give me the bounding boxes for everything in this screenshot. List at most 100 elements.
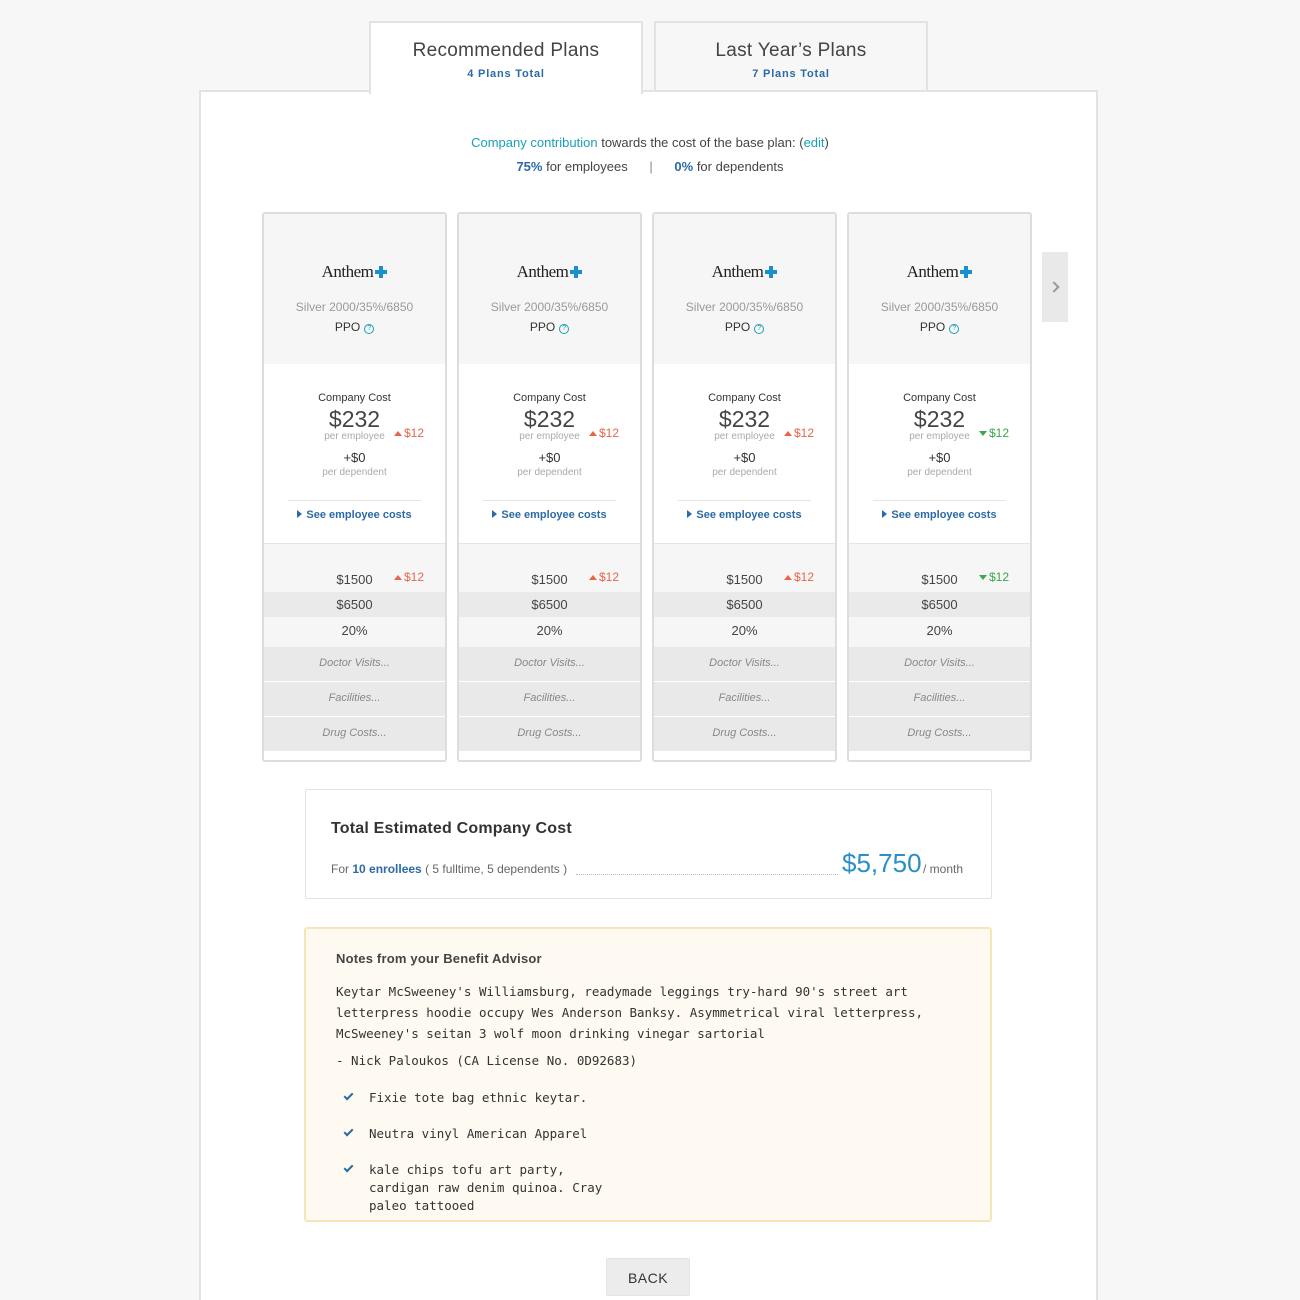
blue-cross-icon [570, 266, 583, 278]
company-cost-section: Company Cost $232 per employee +$0 per depen… [654, 364, 835, 544]
arrow-down-icon [979, 431, 987, 436]
dependent-cost: +$0 [928, 450, 951, 465]
help-icon[interactable]: ? [364, 324, 375, 334]
see-employee-costs-label: See employee costs [891, 509, 997, 521]
facilities-row[interactable]: Facilities... [264, 682, 445, 717]
plan-card[interactable]: Anthem Silver 2000/35%/6850 PPO? Company Co… [847, 212, 1032, 762]
facilities-row[interactable]: Facilities... [654, 682, 835, 717]
plan-header: Anthem Silver 2000/35%/6850 PPO? [264, 214, 445, 364]
tab-last-years-plans[interactable]: Last Year’s Plans 7 Plans Total [654, 21, 928, 92]
coinsurance-row: 20% [849, 617, 1030, 647]
check-icon [343, 1090, 354, 1101]
out-of-pocket-row: $6500 [654, 592, 835, 617]
doctor-visits-row[interactable]: Doctor Visits... [654, 647, 835, 682]
company-cost-section: Company Cost $232 per employee +$0 per depen… [849, 364, 1030, 544]
list-item-text: Fixie tote bag ethnic keytar. [369, 1090, 588, 1105]
facilities-row[interactable]: Facilities... [849, 682, 1030, 717]
plan-type-label: PPO [529, 320, 556, 334]
carrier-logo: Anthem [459, 214, 640, 286]
cost-change-value: $12 [989, 426, 1010, 440]
see-employee-costs-label: See employee costs [306, 509, 412, 521]
doctor-visits-label: Doctor Visits... [319, 657, 390, 669]
doctor-visits-label: Doctor Visits... [904, 657, 975, 669]
per-dependent-label: per dependent [322, 467, 387, 478]
tab-title: Last Year’s Plans [715, 40, 867, 61]
tab-recommended-plans[interactable]: Recommended Plans 4 Plans Total [369, 21, 643, 94]
plan-card[interactable]: Anthem Silver 2000/35%/6850 PPO? Company Co… [262, 212, 447, 762]
out-of-pocket-value: $6500 [726, 597, 763, 612]
drug-costs-row[interactable]: Drug Costs... [849, 717, 1030, 752]
list-item-text: kale chips tofu art party, cardigan raw … [369, 1162, 603, 1213]
plan-card[interactable]: Anthem Silver 2000/35%/6850 PPO? Company Co… [457, 212, 642, 762]
doctor-visits-row[interactable]: Doctor Visits... [849, 647, 1030, 682]
drug-costs-label: Drug Costs... [517, 727, 582, 739]
deductible-row: $1500 $12 [849, 544, 1030, 592]
tab-subtitle: 7 Plans Total [752, 68, 830, 80]
carrier-name: Anthem [711, 262, 764, 281]
total-cost-amount: $5,750 [842, 848, 922, 878]
plan-header: Anthem Silver 2000/35%/6850 PPO? [849, 214, 1030, 364]
enrollee-breakdown: ( 5 fulltime, 5 dependents ) [425, 862, 568, 876]
out-of-pocket-value: $6500 [336, 597, 373, 612]
company-cost-section: Company Cost $232 per employee +$0 per depen… [264, 364, 445, 544]
per-dependent-label: per dependent [517, 467, 582, 478]
facilities-label: Facilities... [718, 692, 771, 704]
plan-name: Silver 2000/35%/6850 [685, 300, 804, 314]
cost-change: $12 [589, 426, 619, 440]
coinsurance-value: 20% [731, 623, 758, 638]
plan-type-label: PPO [919, 320, 946, 334]
contribution-link[interactable]: Company contribution [471, 135, 597, 150]
drug-costs-label: Drug Costs... [322, 727, 387, 739]
arrow-up-icon [394, 431, 402, 436]
next-plans-button[interactable] [1042, 252, 1068, 322]
help-icon[interactable]: ? [559, 324, 570, 334]
drug-costs-row[interactable]: Drug Costs... [654, 717, 835, 752]
facilities-label: Facilities... [328, 692, 381, 704]
caret-right-icon [297, 510, 303, 518]
arrow-up-icon [589, 431, 597, 436]
deductible-value: $1500 [726, 572, 763, 587]
plan-type: PPO? [654, 320, 835, 334]
facilities-row[interactable]: Facilities... [459, 682, 640, 717]
deductible-row: $1500 $12 [459, 544, 640, 592]
tab-title: Recommended Plans [412, 40, 600, 61]
help-icon[interactable]: ? [949, 324, 960, 334]
contribution-text: towards the cost of the base plan: [601, 135, 796, 150]
back-button[interactable]: BACK [606, 1258, 690, 1296]
doctor-visits-row[interactable]: Doctor Visits... [264, 647, 445, 682]
plan-name: Silver 2000/35%/6850 [295, 300, 414, 314]
doctor-visits-row[interactable]: Doctor Visits... [459, 647, 640, 682]
edit-link[interactable]: edit [804, 135, 825, 150]
deductible-change: $12 [589, 570, 619, 584]
help-icon[interactable]: ? [754, 324, 765, 334]
plan-type: PPO? [264, 320, 445, 334]
coinsurance-value: 20% [341, 623, 368, 638]
out-of-pocket-row: $6500 [849, 592, 1030, 617]
plan-type-label: PPO [724, 320, 751, 334]
drug-costs-row[interactable]: Drug Costs... [459, 717, 640, 752]
see-employee-costs-label: See employee costs [501, 509, 607, 521]
deductible-value: $1500 [336, 572, 373, 587]
drug-costs-label: Drug Costs... [907, 727, 972, 739]
out-of-pocket-value: $6500 [921, 597, 958, 612]
see-employee-costs-link[interactable]: See employee costs [873, 500, 1006, 521]
see-employee-costs-link[interactable]: See employee costs [678, 500, 811, 521]
deductible-change: $12 [394, 570, 424, 584]
plan-type: PPO? [459, 320, 640, 334]
facilities-label: Facilities... [523, 692, 576, 704]
plan-card[interactable]: Anthem Silver 2000/35%/6850 PPO? Company Co… [652, 212, 837, 762]
plan-type-label: PPO [334, 320, 361, 334]
carrier-name: Anthem [321, 262, 374, 281]
deductible-change-value: $12 [794, 570, 815, 584]
enrollees-link[interactable]: 10 enrollees [352, 862, 421, 876]
coinsurance-row: 20% [264, 617, 445, 647]
see-employee-costs-link[interactable]: See employee costs [288, 500, 421, 521]
see-employee-costs-link[interactable]: See employee costs [483, 500, 616, 521]
plan-name: Silver 2000/35%/6850 [490, 300, 609, 314]
drug-costs-row[interactable]: Drug Costs... [264, 717, 445, 752]
dependent-text: for dependents [696, 159, 784, 174]
per-dependent-label: per dependent [907, 467, 972, 478]
cost-change: $12 [784, 426, 814, 440]
arrow-up-icon [784, 575, 792, 580]
out-of-pocket-value: $6500 [531, 597, 568, 612]
